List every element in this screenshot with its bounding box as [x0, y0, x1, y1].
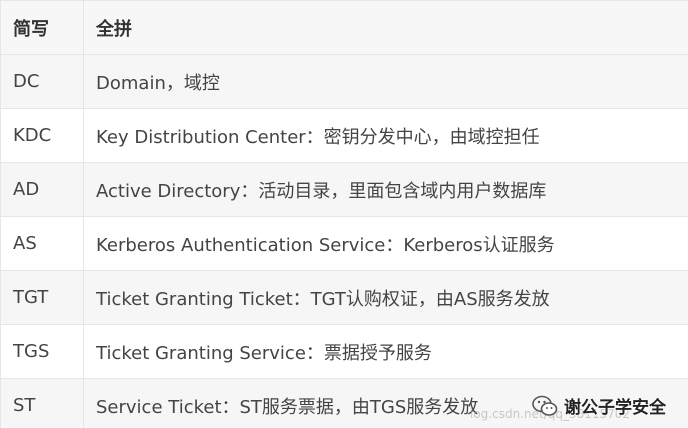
full-name-cell: Kerberos Authentication Service：Kerberos… — [83, 216, 688, 271]
abbr-cell: KDC — [0, 108, 84, 163]
abbr-cell: TGS — [0, 324, 84, 379]
full-name-cell: Ticket Granting Service：票据授予服务 — [83, 324, 688, 379]
table-row: KDC Key Distribution Center：密钥分发中心，由域控担任 — [0, 108, 688, 163]
wechat-icon — [532, 395, 558, 417]
abbr-cell: DC — [0, 54, 84, 109]
header-abbr: 简写 — [0, 0, 84, 55]
abbr-cell: AS — [0, 216, 84, 271]
wechat-account-badge: 谢公子学安全 — [532, 393, 666, 418]
header-full: 全拼 — [83, 0, 688, 55]
table-row: AS Kerberos Authentication Service：Kerbe… — [0, 216, 688, 271]
wechat-account-name: 谢公子学安全 — [564, 398, 666, 418]
table-row: AD Active Directory：活动目录，里面包含域内用户数据库 — [0, 162, 688, 217]
full-name-cell: Ticket Granting Ticket：TGT认购权证，由AS服务发放 — [83, 270, 688, 325]
table-header-row: 简写 全拼 — [0, 0, 688, 55]
abbr-cell: TGT — [0, 270, 84, 325]
full-name-cell: Key Distribution Center：密钥分发中心，由域控担任 — [83, 108, 688, 163]
table-row: DC Domain，域控 — [0, 54, 688, 109]
abbr-cell: ST — [0, 378, 84, 428]
table-row: TGT Ticket Granting Ticket：TGT认购权证，由AS服务… — [0, 270, 688, 325]
table-row: TGS Ticket Granting Service：票据授予服务 — [0, 324, 688, 379]
abbr-cell: AD — [0, 162, 84, 217]
full-name-cell: Active Directory：活动目录，里面包含域内用户数据库 — [83, 162, 688, 217]
abbreviation-table: 简写 全拼 DC Domain，域控 KDC Key Distribution … — [0, 0, 688, 428]
full-name-cell: Domain，域控 — [83, 54, 688, 109]
